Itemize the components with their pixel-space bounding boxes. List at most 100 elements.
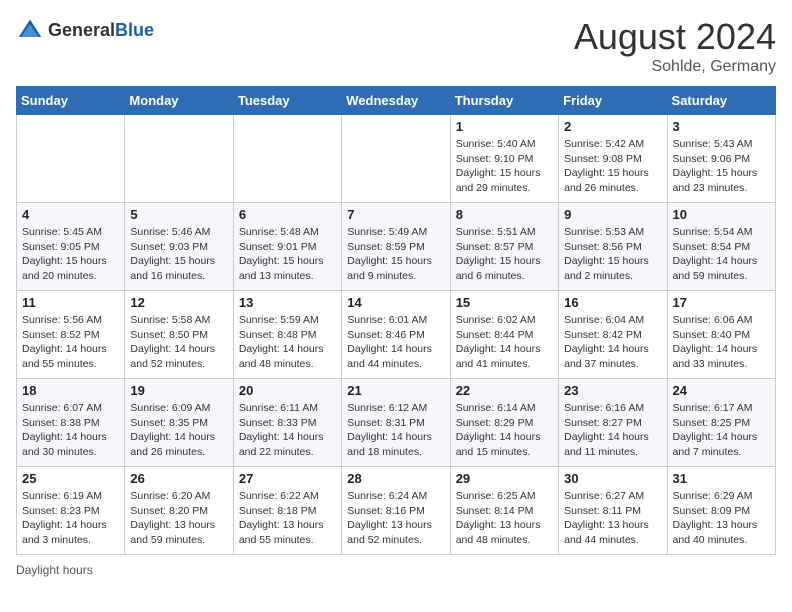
day-info: Sunrise: 5:56 AM Sunset: 8:52 PM Dayligh… — [22, 313, 119, 372]
day-info: Sunrise: 6:14 AM Sunset: 8:29 PM Dayligh… — [456, 401, 553, 460]
day-info: Sunrise: 6:06 AM Sunset: 8:40 PM Dayligh… — [673, 313, 770, 372]
day-info: Sunrise: 6:02 AM Sunset: 8:44 PM Dayligh… — [456, 313, 553, 372]
header-day-tuesday: Tuesday — [233, 87, 341, 115]
day-info: Sunrise: 6:04 AM Sunset: 8:42 PM Dayligh… — [564, 313, 661, 372]
day-info: Sunrise: 5:59 AM Sunset: 8:48 PM Dayligh… — [239, 313, 336, 372]
title-block: August 2024 Sohlde, Germany — [574, 16, 776, 76]
logo-blue-text: Blue — [115, 20, 154, 40]
calendar-cell: 22 Sunrise: 6:14 AM Sunset: 8:29 PM Dayli… — [450, 379, 558, 467]
day-number: 26 — [130, 471, 227, 486]
day-number: 12 — [130, 295, 227, 310]
calendar-cell: 26 Sunrise: 6:20 AM Sunset: 8:20 PM Dayli… — [125, 467, 233, 555]
calendar-cell: 17Sunrise: 6:06 AM Sunset: 8:40 PM Dayli… — [667, 291, 775, 379]
day-info: Sunrise: 5:58 AM Sunset: 8:50 PM Dayligh… — [130, 313, 227, 372]
day-number: 18 — [22, 383, 119, 398]
calendar-cell: 3Sunrise: 5:43 AM Sunset: 9:06 PM Daylig… — [667, 115, 775, 203]
calendar-week-4: 18 Sunrise: 6:07 AM Sunset: 8:38 PM Dayli… — [17, 379, 776, 467]
calendar-cell: 6 Sunrise: 5:48 AM Sunset: 9:01 PM Daylig… — [233, 203, 341, 291]
calendar-cell: 12 Sunrise: 5:58 AM Sunset: 8:50 PM Dayli… — [125, 291, 233, 379]
day-number: 1 — [456, 119, 553, 134]
day-info: Sunrise: 5:40 AM Sunset: 9:10 PM Dayligh… — [456, 137, 553, 196]
day-number: 30 — [564, 471, 661, 486]
calendar-week-5: 25 Sunrise: 6:19 AM Sunset: 8:23 PM Dayli… — [17, 467, 776, 555]
calendar-week-2: 4Sunrise: 5:45 AM Sunset: 9:05 PM Daylig… — [17, 203, 776, 291]
day-number: 21 — [347, 383, 444, 398]
day-number: 28 — [347, 471, 444, 486]
day-info: Sunrise: 6:17 AM Sunset: 8:25 PM Dayligh… — [673, 401, 770, 460]
day-info: Sunrise: 6:25 AM Sunset: 8:14 PM Dayligh… — [456, 489, 553, 548]
day-info: Sunrise: 6:29 AM Sunset: 8:09 PM Dayligh… — [673, 489, 770, 548]
day-info: Sunrise: 5:51 AM Sunset: 8:57 PM Dayligh… — [456, 225, 553, 284]
day-info: Sunrise: 6:22 AM Sunset: 8:18 PM Dayligh… — [239, 489, 336, 548]
calendar-cell: 2 Sunrise: 5:42 AM Sunset: 9:08 PM Daylig… — [559, 115, 667, 203]
calendar-cell: 19Sunrise: 6:09 AM Sunset: 8:35 PM Dayli… — [125, 379, 233, 467]
day-number: 5 — [130, 207, 227, 222]
calendar-cell: 1 Sunrise: 5:40 AM Sunset: 9:10 PM Daylig… — [450, 115, 558, 203]
day-number: 2 — [564, 119, 661, 134]
day-info: Sunrise: 6:09 AM Sunset: 8:35 PM Dayligh… — [130, 401, 227, 460]
day-number: 15 — [456, 295, 553, 310]
month-title: August 2024 — [574, 16, 776, 58]
calendar-table: SundayMondayTuesdayWednesdayThursdayFrid… — [16, 86, 776, 555]
day-info: Sunrise: 5:48 AM Sunset: 9:01 PM Dayligh… — [239, 225, 336, 284]
logo-icon — [16, 16, 44, 44]
day-info: Sunrise: 6:24 AM Sunset: 8:16 PM Dayligh… — [347, 489, 444, 548]
day-number: 20 — [239, 383, 336, 398]
day-number: 7 — [347, 207, 444, 222]
day-number: 6 — [239, 207, 336, 222]
day-number: 4 — [22, 207, 119, 222]
day-info: Sunrise: 6:07 AM Sunset: 8:38 PM Dayligh… — [22, 401, 119, 460]
day-info: Sunrise: 6:19 AM Sunset: 8:23 PM Dayligh… — [22, 489, 119, 548]
header-day-friday: Friday — [559, 87, 667, 115]
header-day-monday: Monday — [125, 87, 233, 115]
calendar-cell — [233, 115, 341, 203]
header-day-thursday: Thursday — [450, 87, 558, 115]
day-number: 3 — [673, 119, 770, 134]
day-number: 29 — [456, 471, 553, 486]
day-info: Sunrise: 5:54 AM Sunset: 8:54 PM Dayligh… — [673, 225, 770, 284]
day-number: 22 — [456, 383, 553, 398]
day-number: 27 — [239, 471, 336, 486]
header-day-saturday: Saturday — [667, 87, 775, 115]
day-info: Sunrise: 6:12 AM Sunset: 8:31 PM Dayligh… — [347, 401, 444, 460]
location-title: Sohlde, Germany — [574, 58, 776, 76]
calendar-cell: 8Sunrise: 5:51 AM Sunset: 8:57 PM Daylig… — [450, 203, 558, 291]
page-header: GeneralBlue August 2024 Sohlde, Germany — [16, 16, 776, 76]
calendar-cell — [125, 115, 233, 203]
calendar-cell: 28 Sunrise: 6:24 AM Sunset: 8:16 PM Dayli… — [342, 467, 450, 555]
footer-note: Daylight hours — [16, 563, 776, 577]
calendar-cell: 14Sunrise: 6:01 AM Sunset: 8:46 PM Dayli… — [342, 291, 450, 379]
day-number: 9 — [564, 207, 661, 222]
calendar-cell: 10 Sunrise: 5:54 AM Sunset: 8:54 PM Dayli… — [667, 203, 775, 291]
day-number: 13 — [239, 295, 336, 310]
day-info: Sunrise: 6:16 AM Sunset: 8:27 PM Dayligh… — [564, 401, 661, 460]
header-day-sunday: Sunday — [17, 87, 125, 115]
day-info: Sunrise: 5:53 AM Sunset: 8:56 PM Dayligh… — [564, 225, 661, 284]
day-info: Sunrise: 5:42 AM Sunset: 9:08 PM Dayligh… — [564, 137, 661, 196]
day-number: 16 — [564, 295, 661, 310]
day-number: 24 — [673, 383, 770, 398]
calendar-cell: 23Sunrise: 6:16 AM Sunset: 8:27 PM Dayli… — [559, 379, 667, 467]
calendar-cell: 25 Sunrise: 6:19 AM Sunset: 8:23 PM Dayli… — [17, 467, 125, 555]
day-info: Sunrise: 6:20 AM Sunset: 8:20 PM Dayligh… — [130, 489, 227, 548]
calendar-cell: 16 Sunrise: 6:04 AM Sunset: 8:42 PM Dayli… — [559, 291, 667, 379]
calendar-cell: 13 Sunrise: 5:59 AM Sunset: 8:48 PM Dayli… — [233, 291, 341, 379]
calendar-cell — [342, 115, 450, 203]
logo-general-text: General — [48, 20, 115, 40]
calendar-cell: 27 Sunrise: 6:22 AM Sunset: 8:18 PM Dayli… — [233, 467, 341, 555]
day-info: Sunrise: 6:11 AM Sunset: 8:33 PM Dayligh… — [239, 401, 336, 460]
calendar-cell: 31Sunrise: 6:29 AM Sunset: 8:09 PM Dayli… — [667, 467, 775, 555]
calendar-cell: 21 Sunrise: 6:12 AM Sunset: 8:31 PM Dayli… — [342, 379, 450, 467]
calendar-header-row: SundayMondayTuesdayWednesdayThursdayFrid… — [17, 87, 776, 115]
day-info: Sunrise: 6:27 AM Sunset: 8:11 PM Dayligh… — [564, 489, 661, 548]
calendar-cell: 18 Sunrise: 6:07 AM Sunset: 8:38 PM Dayli… — [17, 379, 125, 467]
calendar-cell: 5Sunrise: 5:46 AM Sunset: 9:03 PM Daylig… — [125, 203, 233, 291]
calendar-cell: 15 Sunrise: 6:02 AM Sunset: 8:44 PM Dayli… — [450, 291, 558, 379]
calendar-cell: 29 Sunrise: 6:25 AM Sunset: 8:14 PM Dayli… — [450, 467, 558, 555]
calendar-cell: 24 Sunrise: 6:17 AM Sunset: 8:25 PM Dayli… — [667, 379, 775, 467]
day-number: 10 — [673, 207, 770, 222]
calendar-week-1: 1 Sunrise: 5:40 AM Sunset: 9:10 PM Daylig… — [17, 115, 776, 203]
calendar-cell: 20 Sunrise: 6:11 AM Sunset: 8:33 PM Dayli… — [233, 379, 341, 467]
day-number: 25 — [22, 471, 119, 486]
header-day-wednesday: Wednesday — [342, 87, 450, 115]
